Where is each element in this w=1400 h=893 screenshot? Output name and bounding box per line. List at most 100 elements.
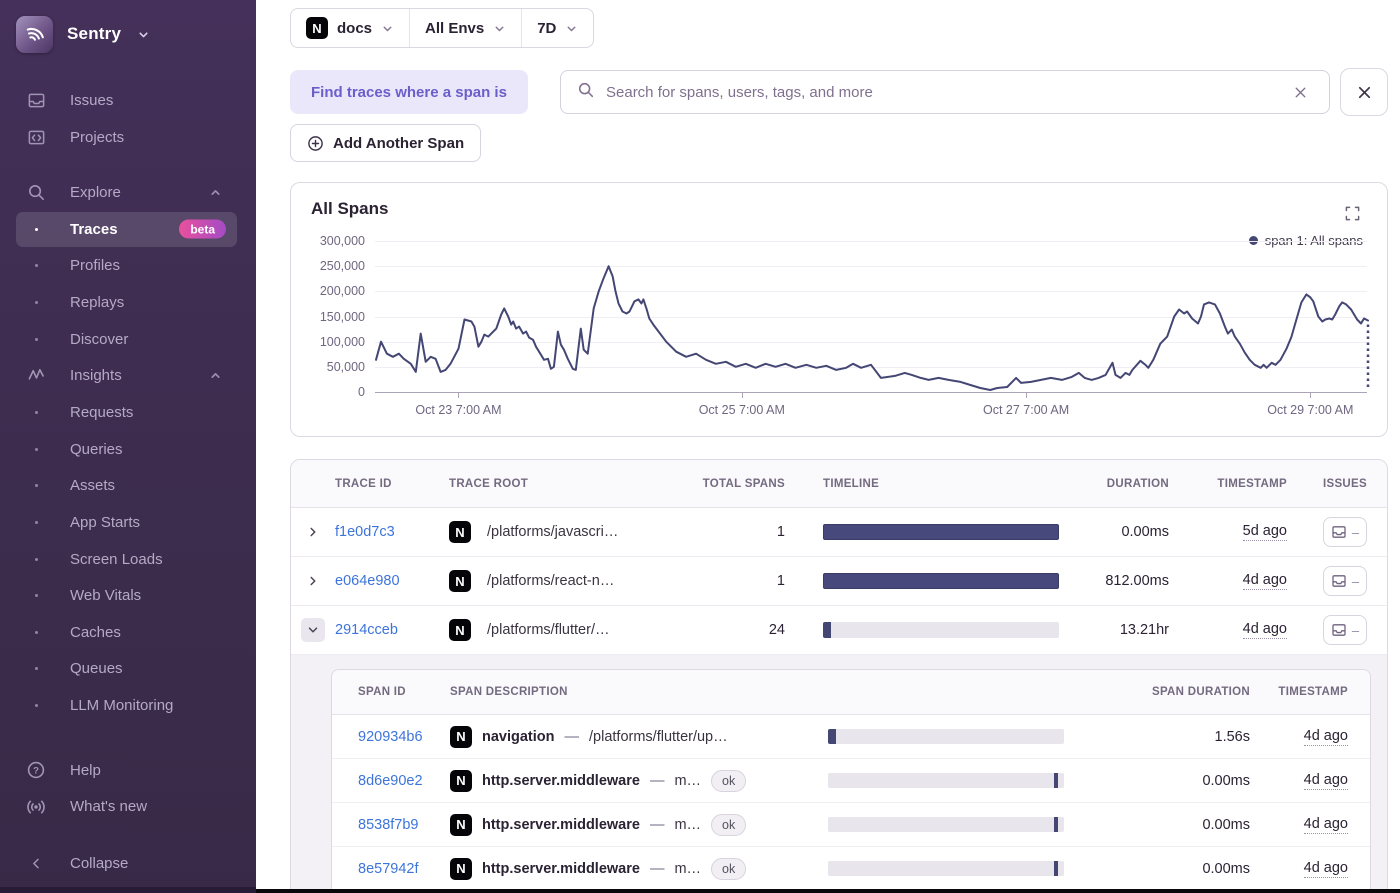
span-table-header: SPAN ID SPAN DESCRIPTION SPAN DURATION TIME… [332, 670, 1370, 715]
explore-items: Traces beta Profiles Replays Discover [0, 211, 256, 357]
separator: — [564, 728, 580, 745]
sidebar-item-label: App Starts [70, 513, 141, 531]
span-timeline-cell [828, 817, 1090, 832]
sidebar-item-label: Profiles [70, 257, 121, 275]
bullet-icon [26, 411, 46, 415]
total-spans-value: 1 [776, 573, 785, 589]
bullet-icon [26, 264, 46, 268]
timestamp-cell: 4d ago [1189, 572, 1301, 590]
span-id-link[interactable]: 920934b6 [358, 729, 423, 745]
span-condition-text: Find traces where a span is [311, 83, 507, 101]
clear-search-icon[interactable] [1288, 80, 1313, 105]
timeline-cell [789, 573, 1069, 589]
span-op: navigation [482, 728, 555, 745]
col-trace-root: TRACE ROOT [449, 477, 529, 490]
environment-selector[interactable]: All Envs [409, 9, 521, 47]
bullet-icon [26, 557, 46, 561]
span-id-link[interactable]: 8d6e90e2 [358, 773, 423, 789]
trace-row[interactable]: 2914cceb N/platforms/flutter/… 24 13.21hr 4d… [291, 606, 1387, 655]
all-spans-chart-panel: All Spans span 1: All spans 300,000 250,0… [290, 182, 1388, 437]
span-timestamp-cell: 4d ago [1260, 728, 1370, 746]
sidebar-item-assets[interactable]: Assets [0, 468, 256, 505]
sidebar-item-traces[interactable]: Traces beta [0, 211, 256, 248]
total-spans-value: 1 [776, 524, 785, 540]
timestamp-value: 4d ago [1303, 815, 1348, 834]
y-axis-label: 150,000 [319, 309, 365, 324]
col-timestamp: TIMESTAMP [1217, 477, 1287, 490]
sidebar-item-whats-new[interactable]: What's new [0, 789, 256, 826]
trace-id-link[interactable]: 2914cceb [335, 622, 449, 638]
col-span-description: SPAN DESCRIPTION [450, 686, 568, 698]
sidebar-item-app-starts[interactable]: App Starts [0, 504, 256, 541]
span-description-cell: Nhttp.server.middleware — m… ok [450, 769, 828, 792]
x-axis-label: Oct 25 7:00 AM [698, 403, 785, 417]
span-timeline-bar [828, 773, 1064, 788]
sidebar-item-label: Discover [70, 330, 129, 348]
sidebar-item-web-vitals[interactable]: Web Vitals [0, 577, 256, 614]
issues-button[interactable]: – [1323, 517, 1367, 547]
search-icon [577, 81, 595, 104]
trace-row[interactable]: e064e980 N/platforms/react-n… 1 812.00ms 4d … [291, 557, 1387, 606]
trace-id-link[interactable]: e064e980 [335, 573, 449, 589]
sidebar-item-llm-monitoring[interactable]: LLM Monitoring [0, 687, 256, 724]
sidebar-collapse-button[interactable]: Collapse [0, 845, 256, 882]
sidebar-item-discover[interactable]: Discover [0, 321, 256, 358]
search-input[interactable] [606, 83, 1277, 101]
span-duration-value: 0.00ms [1202, 816, 1250, 833]
expand-chart-icon[interactable] [1344, 205, 1361, 222]
page-filter-bar: N docs All Envs 7D [290, 8, 595, 48]
sidebar-item-label: Assets [70, 477, 116, 495]
span-id-link[interactable]: 8538f7b9 [358, 817, 418, 833]
sidebar-item-label: Collapse [70, 855, 129, 872]
timeline-bar [823, 573, 1059, 589]
timestamp-cell: 5d ago [1189, 523, 1301, 541]
span-row[interactable]: 8d6e90e2 Nhttp.server.middleware — m… ok 0.00… [332, 759, 1370, 803]
span-condition-label[interactable]: Find traces where a span is [290, 70, 528, 114]
sidebar-item-profiles[interactable]: Profiles [0, 248, 256, 285]
status-badge: ok [711, 813, 747, 836]
trace-table-body: f1e0d7c3 N/platforms/javascri… 1 0.00ms 5d a… [291, 508, 1387, 891]
trace-id-link[interactable]: f1e0d7c3 [335, 524, 449, 540]
date-range-selector[interactable]: 7D [521, 9, 593, 47]
sidebar-item-requests[interactable]: Requests [0, 394, 256, 431]
sidebar-item-caches[interactable]: Caches [0, 614, 256, 651]
beta-badge: beta [179, 219, 226, 239]
collapse-row-button[interactable] [291, 618, 335, 642]
project-selector[interactable]: N docs [291, 9, 409, 47]
span-id-link[interactable]: 8e57942f [358, 861, 418, 877]
insights-items: Requests Queries Assets App Starts Screen Lo… [0, 394, 256, 723]
span-row[interactable]: 920934b6 Nnavigation — /platforms/flutter/u… [332, 715, 1370, 759]
sidebar-item-queries[interactable]: Queries [0, 431, 256, 468]
sidebar-item-help[interactable]: ? Help [0, 752, 256, 789]
issues-button[interactable]: – [1323, 566, 1367, 596]
issues-button[interactable]: – [1323, 615, 1367, 645]
expand-row-button[interactable] [291, 574, 335, 588]
y-axis-label: 200,000 [319, 284, 365, 299]
timestamp-value: 4d ago [1303, 771, 1348, 790]
y-axis-label: 0 [358, 385, 365, 399]
sidebar-item-screen-loads[interactable]: Screen Loads [0, 541, 256, 578]
sidebar-item-label: LLM Monitoring [70, 696, 174, 714]
col-timeline: TIMELINE [823, 477, 880, 490]
sidebar-section-explore[interactable]: Explore [0, 174, 256, 211]
span-timeline-cell [828, 861, 1090, 876]
add-another-span-button[interactable]: Add Another Span [290, 124, 482, 162]
expand-row-button[interactable] [291, 525, 335, 539]
sidebar-nav: Issues Projects Explore Traces beta Profil… [0, 82, 256, 724]
sidebar-item-projects[interactable]: Projects [0, 119, 256, 156]
span-duration-value: 0.00ms [1202, 772, 1250, 789]
nextjs-icon: N [450, 813, 472, 836]
nextjs-icon: N [306, 17, 328, 39]
org-switcher[interactable]: Sentry [16, 14, 244, 54]
remove-span-filter-button[interactable] [1340, 68, 1388, 116]
span-row[interactable]: 8e57942f Nhttp.server.middleware — m… ok 0.00… [332, 847, 1370, 891]
col-span-timestamp: TIMESTAMP [1278, 686, 1348, 698]
span-row[interactable]: 8538f7b9 Nhttp.server.middleware — m… ok 0.00… [332, 803, 1370, 847]
sidebar-item-label: Web Vitals [70, 587, 142, 605]
sidebar-item-replays[interactable]: Replays [0, 284, 256, 321]
sidebar-item-issues[interactable]: Issues [0, 82, 256, 119]
trace-row[interactable]: f1e0d7c3 N/platforms/javascri… 1 0.00ms 5d a… [291, 508, 1387, 557]
sidebar-section-insights[interactable]: Insights [0, 357, 256, 394]
col-duration: DURATION [1106, 477, 1169, 490]
sidebar-item-queues[interactable]: Queues [0, 651, 256, 688]
